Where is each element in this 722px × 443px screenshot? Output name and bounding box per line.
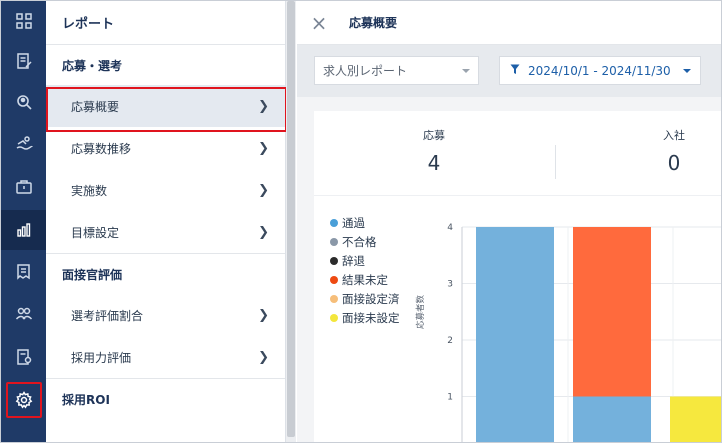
close-icon[interactable]: ×: [297, 1, 341, 45]
selected-item-highlight-box: [46, 87, 287, 132]
legend-swatch: [330, 218, 338, 227]
main-header: × 応募概要: [297, 1, 721, 45]
caret-down-icon: [462, 69, 470, 73]
legend-swatch: [330, 294, 338, 303]
legend-swatch: [330, 313, 338, 322]
legend-swatch: [330, 256, 338, 265]
date-range-value: 2024/10/1 - 2024/11/30: [528, 63, 671, 78]
legend-label: 不合格: [342, 234, 377, 249]
bar-segment[interactable]: [670, 396, 722, 443]
legend-item[interactable]: 通過: [330, 213, 400, 232]
legend-swatch: [330, 275, 338, 284]
stat-divider: [555, 145, 556, 179]
stat-value: 0: [667, 151, 681, 175]
menu-item-label: 目標設定: [71, 225, 120, 240]
bar-segment[interactable]: [573, 396, 651, 443]
legend-item[interactable]: 辞退: [330, 251, 400, 270]
y-tick-label: 4: [447, 223, 453, 233]
menu-item-hiring-power[interactable]: 採用力評価 ❯: [46, 336, 285, 378]
stat-applications: 応募 4: [384, 127, 484, 175]
filter-bar: 求人別レポート 2024/10/1 - 2024/11/30: [297, 45, 721, 97]
caret-down-icon: [683, 69, 691, 73]
app-window: レポート 応募・選考 応募概要 ❯ 応募数推移 ❯ 実施数 ❯ 目標設定 ❯ 面…: [0, 0, 722, 443]
chevron-right-icon: ❯: [258, 140, 269, 156]
section-title-interviewer: 面接官評価: [62, 267, 123, 282]
group-icon[interactable]: [1, 294, 46, 334]
chevron-right-icon: ❯: [258, 349, 269, 365]
legend-label: 通過: [342, 215, 365, 230]
report-type-value: 求人別レポート: [323, 64, 408, 78]
menu-header: レポート: [46, 1, 285, 45]
settings-highlight-box: [6, 382, 42, 418]
y-tick-label: 1: [447, 393, 453, 403]
search-user-icon[interactable]: [1, 82, 46, 122]
main-content: × 応募概要 求人別レポート 2024/10/1 - 2024/11/30 応募…: [297, 1, 722, 443]
stat-label: 入社: [663, 129, 685, 142]
card-divider: [314, 195, 721, 196]
chevron-right-icon: ❯: [258, 307, 269, 323]
stat-value: 4: [427, 151, 441, 175]
bar-segment[interactable]: [573, 227, 651, 397]
chevron-right-icon: ❯: [258, 224, 269, 240]
applicant-list-icon[interactable]: [1, 251, 46, 291]
menu-item-label: 応募数推移: [71, 141, 132, 156]
stat-label: 応募: [423, 129, 445, 142]
legend-label: 面接未設定: [342, 310, 400, 325]
briefcase-icon[interactable]: [1, 167, 46, 207]
legend-item[interactable]: 面接未設定: [330, 308, 400, 327]
legend-label: 面接設定済: [342, 291, 400, 306]
menu-item-goal-settings[interactable]: 目標設定 ❯: [46, 211, 285, 253]
legend-item[interactable]: 不合格: [330, 232, 400, 251]
menu-item-label: 選考評価割合: [71, 308, 144, 323]
stacked-bar-chart: 01234: [447, 223, 722, 443]
section-title-application: 応募・選考: [62, 58, 123, 73]
date-range-filter[interactable]: 2024/10/1 - 2024/11/30: [499, 56, 701, 85]
legend-item[interactable]: 面接設定済: [330, 289, 400, 308]
stat-hires: 入社 0: [624, 127, 721, 175]
icon-rail: [1, 1, 46, 442]
menu-item-label: 採用力評価: [71, 350, 132, 365]
filter-icon: [510, 64, 520, 78]
menu-item-label: 実施数: [71, 183, 108, 198]
y-tick-label: 2: [447, 336, 453, 346]
document-settings-icon[interactable]: [1, 337, 46, 377]
chart-legend: 通過不合格辞退結果未定面接設定済面接未設定: [330, 213, 400, 327]
report-type-select[interactable]: 求人別レポート: [314, 56, 479, 85]
menu-item-implementation-count[interactable]: 実施数 ❯: [46, 169, 285, 211]
legend-label: 辞退: [342, 253, 365, 268]
menu-item-application-trend[interactable]: 応募数推移 ❯: [46, 127, 285, 169]
page-title: 応募概要: [349, 16, 398, 30]
menu-item-evaluation-ratio[interactable]: 選考評価割合 ❯: [46, 294, 285, 336]
legend-swatch: [330, 237, 338, 246]
dashboard-icon[interactable]: [1, 1, 46, 41]
document-edit-icon[interactable]: [1, 41, 46, 81]
report-menu: レポート 応募・選考 応募概要 ❯ 応募数推移 ❯ 実施数 ❯ 目標設定 ❯ 面…: [46, 1, 287, 442]
y-tick-label: 3: [447, 280, 453, 290]
overview-card: 応募 4 入社 0 通過不合格辞退結果未定面接設定済面接未設定 応募者数 012…: [314, 111, 722, 443]
menu-scrollbar-thumb[interactable]: [287, 1, 295, 437]
chevron-right-icon: ❯: [258, 182, 269, 198]
legend-item[interactable]: 結果未定: [330, 270, 400, 289]
bar-chart-icon[interactable]: [1, 210, 46, 250]
section-title-roi: 採用ROI: [62, 392, 110, 407]
legend-label: 結果未定: [342, 272, 388, 287]
swimmer-icon[interactable]: [1, 123, 46, 163]
bar-segment[interactable]: [476, 227, 554, 443]
